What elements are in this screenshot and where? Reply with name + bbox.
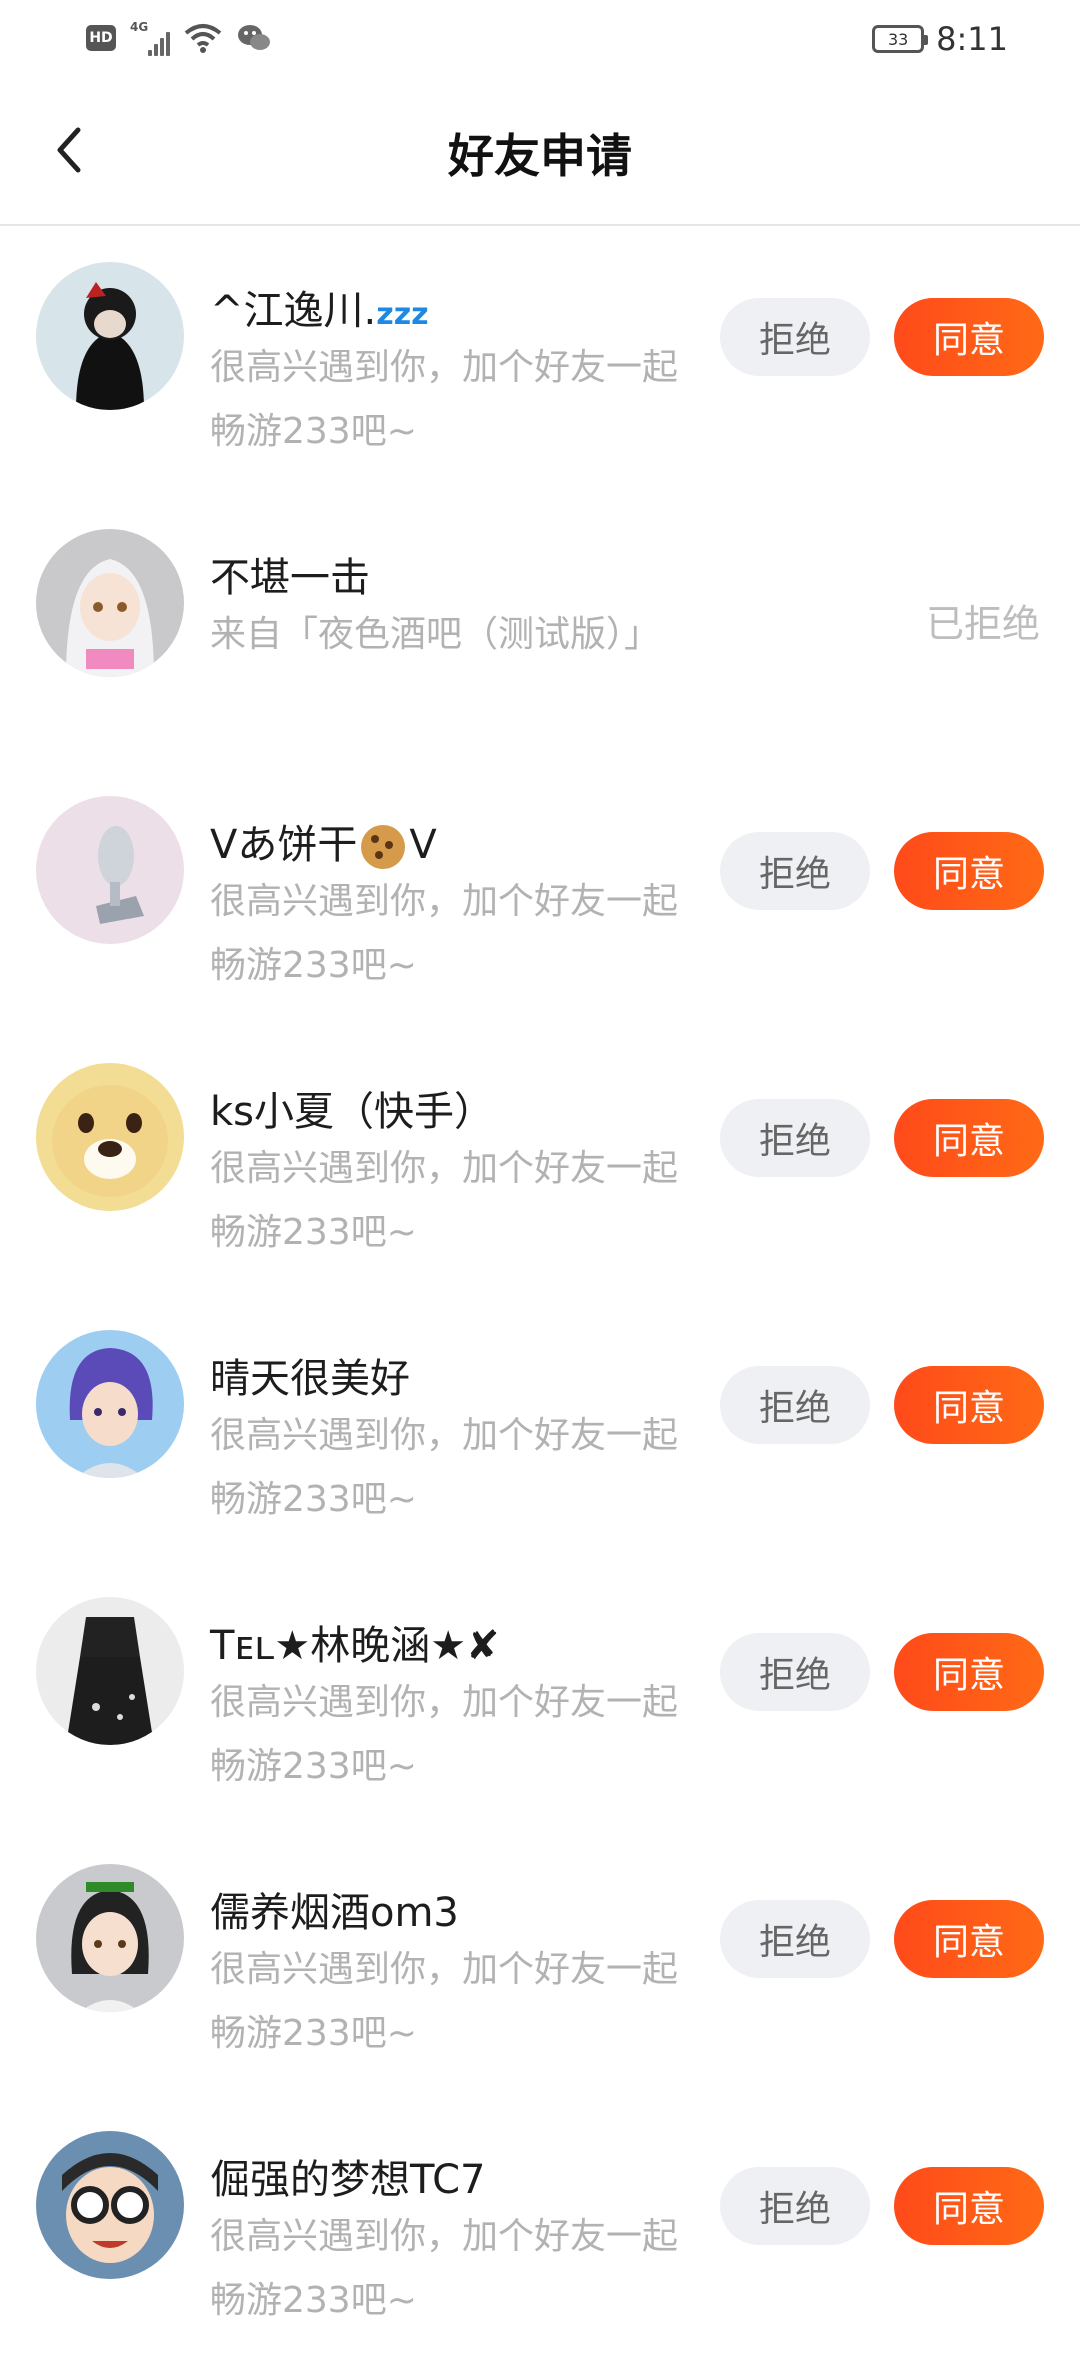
page-title: 好友申请 [448,129,632,183]
request-message: 很高兴遇到你，加个好友一起畅游233吧~ [210,2216,679,2321]
accept-button[interactable]: 同意 [894,1633,1044,1711]
status-bar: HD 4G 33 8:11 [0,0,1080,84]
request-message: 很高兴遇到你，加个好友一起畅游233吧~ [210,1148,679,1253]
requester-name: Vあ饼干 V [210,822,437,869]
request-message: 很高兴遇到你，加个好友一起畅游233吧~ [210,347,679,452]
accept-button[interactable]: 同意 [894,1366,1044,1444]
requester-name: 倔强的梦想TC7 [210,2157,486,2203]
requester-name: 儒养烟酒om3 [210,1890,459,1936]
status-right: 33 8:11 [872,20,1008,58]
clock: 8:11 [936,20,1008,58]
request-message: 很高兴遇到你，加个好友一起畅游233吧~ [210,1949,679,2054]
accept-button[interactable]: 同意 [894,832,1044,910]
reject-button[interactable]: 拒绝 [720,1633,870,1711]
avatar[interactable] [36,262,184,410]
cellular-signal-icon: 4G [130,20,170,56]
reject-button[interactable]: 拒绝 [720,2167,870,2245]
request-message: 很高兴遇到你，加个好友一起畅游233吧~ [210,1682,679,1787]
cookie-emoji-icon [361,825,406,869]
wifi-icon [184,24,222,53]
list-item: ks小夏（快手） 很高兴遇到你，加个好友一起畅游233吧~ 拒绝 同意 [0,1027,1080,1294]
reject-button[interactable]: 拒绝 [720,1366,870,1444]
requester-name: ks小夏（快手） [210,1089,495,1135]
friend-request-list: ^江逸川.zzz 很高兴遇到你，加个好友一起畅游233吧~ 拒绝 同意 不堪一击… [0,226,1080,2362]
network-type-label: 4G [130,20,149,34]
request-source: 来自「夜色酒吧（测试版）」 [210,614,661,655]
request-message: 很高兴遇到你，加个好友一起畅游233吧~ [210,1415,679,1520]
request-message: 很高兴遇到你，加个好友一起畅游233吧~ [210,881,679,986]
avatar[interactable] [36,529,184,677]
requester-name: ^江逸川.zzz [210,288,429,334]
battery-level: 33 [887,29,909,49]
accept-button[interactable]: 同意 [894,1900,1044,1978]
list-item: 儒养烟酒om3 很高兴遇到你，加个好友一起畅游233吧~ 拒绝 同意 [0,1828,1080,2095]
reject-button[interactable]: 拒绝 [720,1099,870,1177]
avatar[interactable] [36,1597,184,1745]
hd-icon: HD [86,25,116,51]
accept-button[interactable]: 同意 [894,298,1044,376]
list-item: ^江逸川.zzz 很高兴遇到你，加个好友一起畅游233吧~ 拒绝 同意 [0,226,1080,493]
list-item: 倔强的梦想TC7 很高兴遇到你，加个好友一起畅游233吧~ 拒绝 同意 [0,2095,1080,2362]
list-item: Tᴇʟ★林晚涵★✘ 很高兴遇到你，加个好友一起畅游233吧~ 拒绝 同意 [0,1561,1080,1828]
avatar[interactable] [36,1864,184,2012]
reject-button[interactable]: 拒绝 [720,298,870,376]
avatar[interactable] [36,796,184,944]
header: 好友申请 [0,84,1080,226]
avatar[interactable] [36,2131,184,2279]
reject-button[interactable]: 拒绝 [720,832,870,910]
accept-button[interactable]: 同意 [894,1099,1044,1177]
accept-button[interactable]: 同意 [894,2167,1044,2245]
requester-name: 不堪一击 [210,555,370,601]
reject-button[interactable]: 拒绝 [720,1900,870,1978]
battery-icon: 33 [872,25,929,53]
requester-name: Tᴇʟ★林晚涵★✘ [210,1623,500,1669]
status-rejected: 已拒绝 [925,602,1040,646]
status-left: HD 4G [86,20,272,56]
wechat-icon [238,25,270,50]
list-item: 不堪一击 来自「夜色酒吧（测试版）」 已拒绝 [0,493,1080,760]
sleep-emoji-icon: zzz [376,297,429,332]
avatar[interactable] [36,1063,184,1211]
requester-name: 晴天很美好 [210,1356,410,1402]
list-item: 晴天很美好 很高兴遇到你，加个好友一起畅游233吧~ 拒绝 同意 [0,1294,1080,1561]
avatar[interactable] [36,1330,184,1478]
list-item: Vあ饼干 V 很高兴遇到你，加个好友一起畅游233吧~ 拒绝 同意 [0,760,1080,1027]
